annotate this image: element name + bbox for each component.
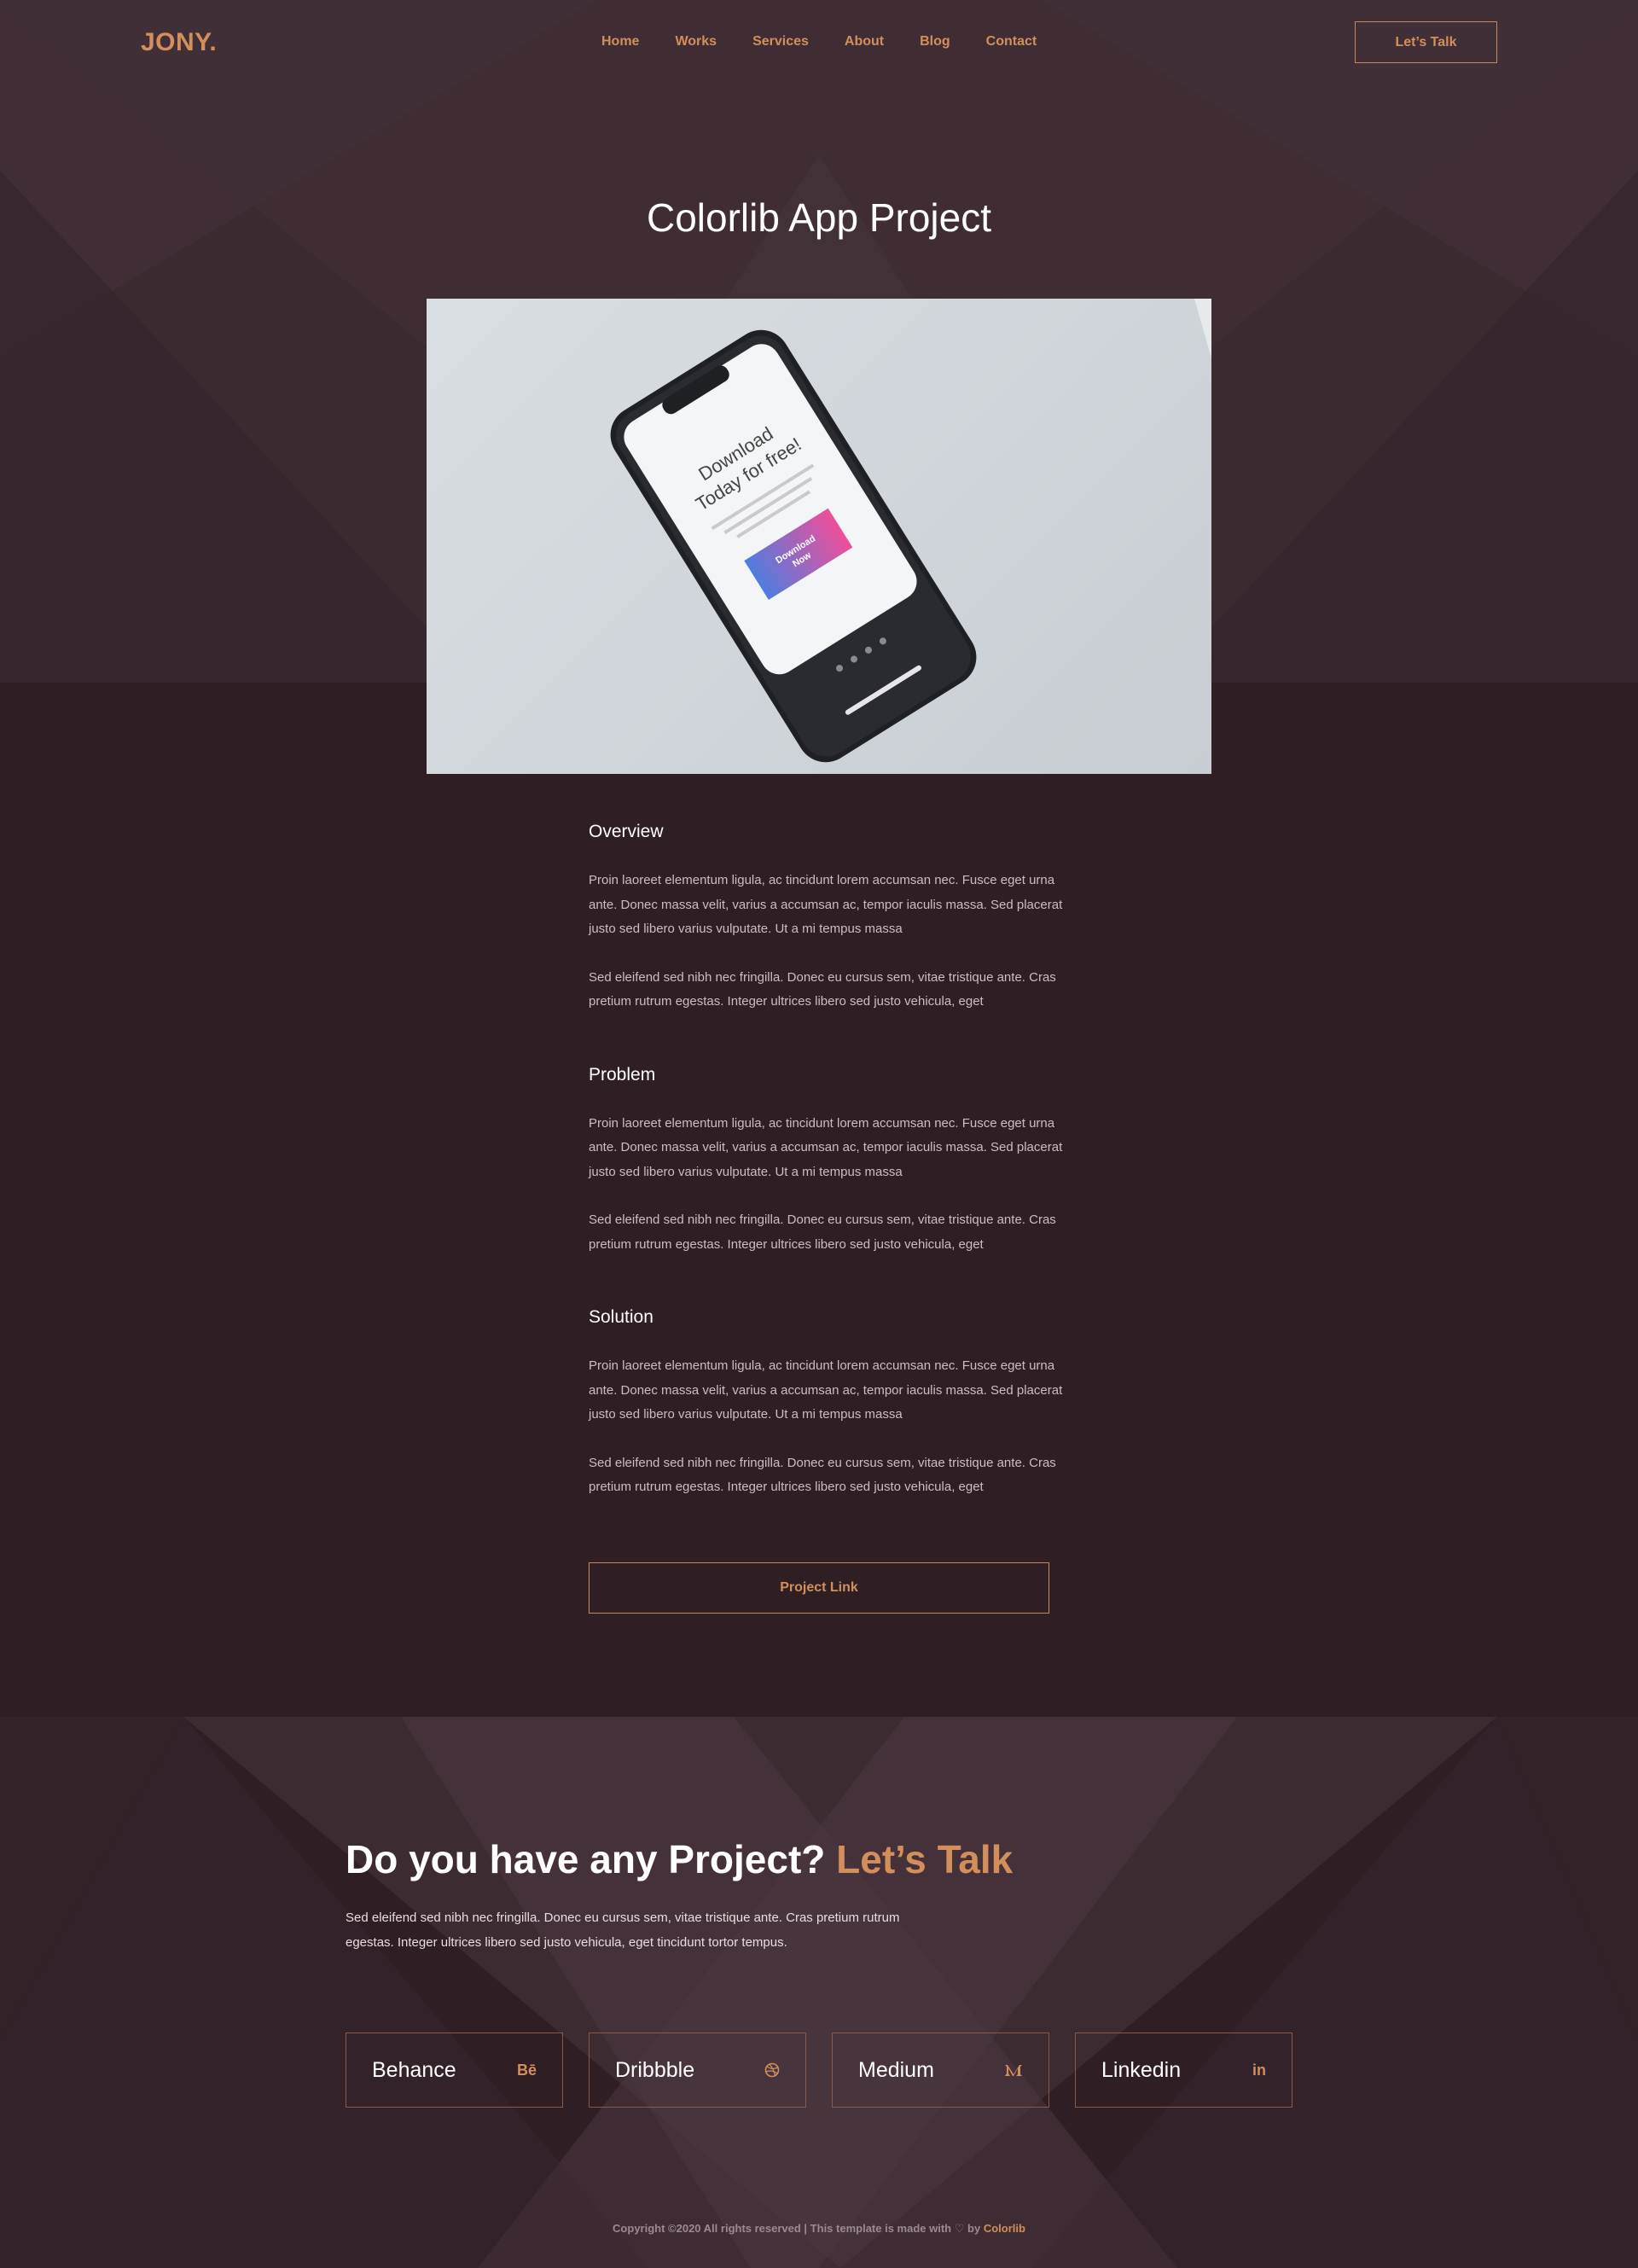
- project-link-button[interactable]: Project Link: [589, 1562, 1049, 1614]
- heart-icon: ♡: [954, 2222, 965, 2235]
- project-content: Overview Proin laoreet elementum ligula,…: [589, 819, 1066, 1548]
- section-paragraph: Proin laoreet elementum ligula, ac tinci…: [589, 1358, 1063, 1422]
- site-header: JONY. Home Works Services About Blog Con…: [0, 0, 1638, 85]
- section-solution: Solution Proin laoreet elementum ligula,…: [589, 1305, 1066, 1500]
- nav-link-home[interactable]: Home: [601, 32, 639, 51]
- project-image: Download Today for free! Download Now: [427, 299, 1211, 774]
- social-label: Behance: [372, 2057, 456, 2082]
- behance-icon: Bē: [516, 2061, 537, 2079]
- section-paragraph: Sed eleifend sed nibh nec fringilla. Don…: [589, 1455, 1056, 1495]
- project-title: Colorlib App Project: [647, 195, 991, 240]
- main-nav: Home Works Services About Blog Contact: [601, 32, 1072, 51]
- section-overview: Overview Proin laoreet elementum ligula,…: [589, 819, 1066, 1015]
- nav-link-blog[interactable]: Blog: [920, 32, 950, 51]
- copyright-text: Copyright ©2020 All rights reserved | Th…: [613, 2222, 952, 2235]
- cta-heading: Do you have any Project? Let’s Talk: [346, 1836, 1013, 1882]
- cta-background: [0, 1717, 1638, 2268]
- social-card-medium[interactable]: Medium: [832, 2032, 1049, 2108]
- nav-link-contact[interactable]: Contact: [986, 32, 1037, 51]
- social-label: Linkedin: [1101, 2057, 1182, 2082]
- dribbble-icon: [764, 2062, 780, 2078]
- nav-link-services[interactable]: Services: [752, 32, 809, 51]
- logo[interactable]: JONY.: [141, 28, 217, 57]
- section-title: Overview: [589, 822, 664, 841]
- cta-geometric-pattern: [0, 1717, 1638, 2268]
- cta-heading-accent: Let’s Talk: [836, 1837, 1014, 1881]
- social-card-behance[interactable]: Behance Bē: [346, 2032, 563, 2108]
- section-paragraph: Proin laoreet elementum ligula, ac tinci…: [589, 1115, 1063, 1179]
- section-title: Problem: [589, 1064, 656, 1085]
- cta-heading-text: Do you have any Project?: [346, 1837, 826, 1881]
- nav-link-about[interactable]: About: [845, 32, 884, 51]
- colorlib-link[interactable]: Colorlib: [984, 2222, 1025, 2235]
- nav-link-works[interactable]: Works: [675, 32, 717, 51]
- lets-talk-button[interactable]: Let’s Talk: [1355, 21, 1497, 63]
- social-label: Dribbble: [615, 2057, 695, 2082]
- section-paragraph: Sed eleifend sed nibh nec fringilla. Don…: [589, 1213, 1056, 1252]
- section-paragraph: Proin laoreet elementum ligula, ac tinci…: [589, 873, 1063, 936]
- cta-text: Sed eleifend sed nibh nec fringilla. Don…: [346, 1910, 900, 1950]
- section-problem: Problem Proin laoreet elementum ligula, …: [589, 1062, 1066, 1258]
- social-card-linkedin[interactable]: Linkedin in: [1075, 2032, 1292, 2108]
- copyright: Copyright ©2020 All rights reserved | Th…: [0, 2222, 1638, 2236]
- section-paragraph: Sed eleifend sed nibh nec fringilla. Don…: [589, 969, 1056, 1009]
- social-links: Behance Bē Dribbble Medium Linkedin in: [346, 2032, 1292, 2108]
- social-card-dribbble[interactable]: Dribbble: [589, 2032, 806, 2108]
- copyright-by: by: [967, 2222, 981, 2235]
- medium-icon: [1004, 2063, 1023, 2077]
- section-title: Solution: [589, 1307, 653, 1327]
- linkedin-icon: in: [1252, 2061, 1266, 2079]
- phone-mockup-illustration: Download Today for free! Download Now: [610, 299, 1211, 763]
- social-label: Medium: [858, 2057, 934, 2082]
